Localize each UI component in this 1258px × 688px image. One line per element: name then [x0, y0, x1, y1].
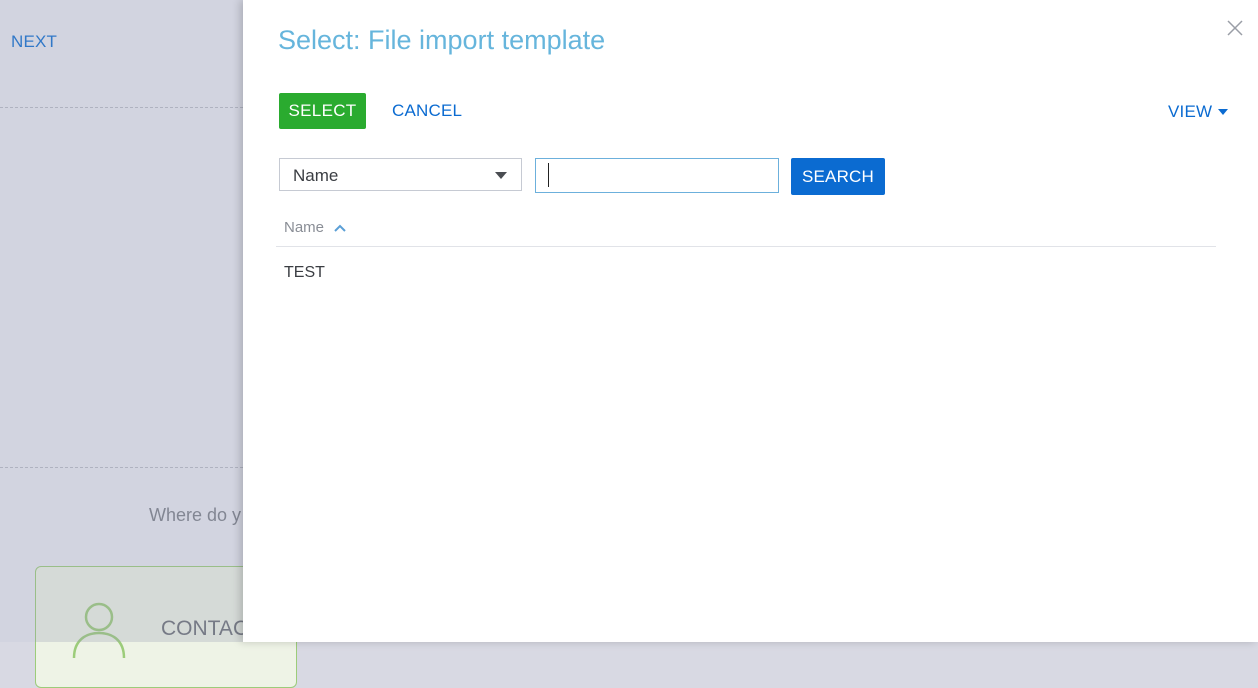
chevron-down-icon [1218, 109, 1229, 115]
column-header-name[interactable]: Name [284, 219, 346, 236]
view-label: VIEW [1168, 102, 1213, 121]
cancel-button[interactable]: CANCEL [385, 93, 469, 129]
filter-field-select[interactable]: Name [279, 158, 522, 191]
search-input[interactable] [535, 158, 779, 193]
view-menu-button[interactable]: VIEW [1168, 102, 1229, 122]
modal-title: Select: File import template [278, 25, 606, 55]
table-row[interactable]: TEST [284, 264, 325, 282]
select-button[interactable]: SELECT [279, 93, 366, 129]
filter-field-value: Name [293, 166, 339, 185]
text-cursor [548, 163, 549, 187]
lookup-modal: Select: File import template SELECT CANC… [243, 0, 1258, 642]
grid-header-divider [276, 246, 1216, 247]
close-icon[interactable] [1225, 18, 1245, 38]
sort-ascending-icon [334, 224, 346, 232]
chevron-down-icon [495, 172, 507, 179]
search-button[interactable]: SEARCH [791, 158, 885, 195]
modal-overlay[interactable] [0, 0, 243, 642]
row-name-cell: TEST [284, 264, 325, 281]
column-header-label: Name [284, 219, 325, 236]
